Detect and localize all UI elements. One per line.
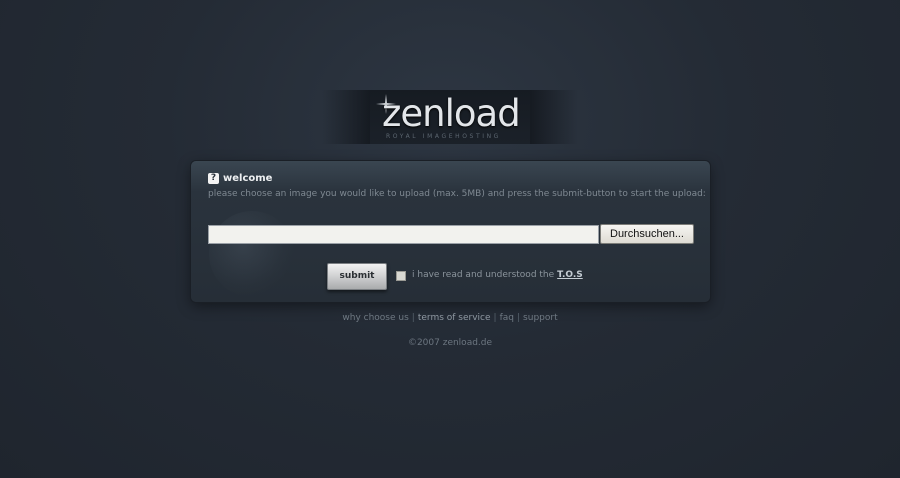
browse-button[interactable]: Durchsuchen... <box>600 224 694 244</box>
logo-tagline: ROYAL IMAGEHOSTING <box>386 133 501 140</box>
tos-text: i have read and understood the <box>412 270 555 280</box>
separator: | <box>411 313 415 323</box>
page: zenload ROYAL IMAGEHOSTING ? welcome ple… <box>0 0 900 478</box>
panel-header: ? welcome <box>208 173 272 184</box>
logo-text[interactable]: zenload <box>382 92 521 135</box>
footer-link-why-choose-us[interactable]: why choose us <box>342 313 408 323</box>
separator: | <box>493 313 497 323</box>
tos-checkbox[interactable] <box>396 271 406 281</box>
copyright: ©2007 zenload.de <box>407 338 493 348</box>
panel-title: welcome <box>223 173 273 184</box>
panel-description: please choose an image you would like to… <box>208 189 706 199</box>
footer-nav: why choose us | terms of service | faq | suppo… <box>0 313 900 323</box>
separator: | <box>517 313 521 323</box>
footer-link-support[interactable]: support <box>523 313 558 323</box>
footer-link-faq[interactable]: faq <box>500 313 514 323</box>
tos-link[interactable]: T.O.S <box>557 270 583 280</box>
submit-button[interactable]: submit <box>327 263 387 290</box>
globe-icon <box>209 211 295 297</box>
file-path-field[interactable] <box>208 225 599 244</box>
tos-label: i have read and understood the T.O.S <box>412 270 583 280</box>
help-icon: ? <box>208 173 219 184</box>
footer-link-terms-of-service[interactable]: terms of service <box>418 313 491 323</box>
logo-area: zenload ROYAL IMAGEHOSTING <box>322 90 578 144</box>
upload-panel: ? welcome please choose an image you wou… <box>191 161 710 302</box>
